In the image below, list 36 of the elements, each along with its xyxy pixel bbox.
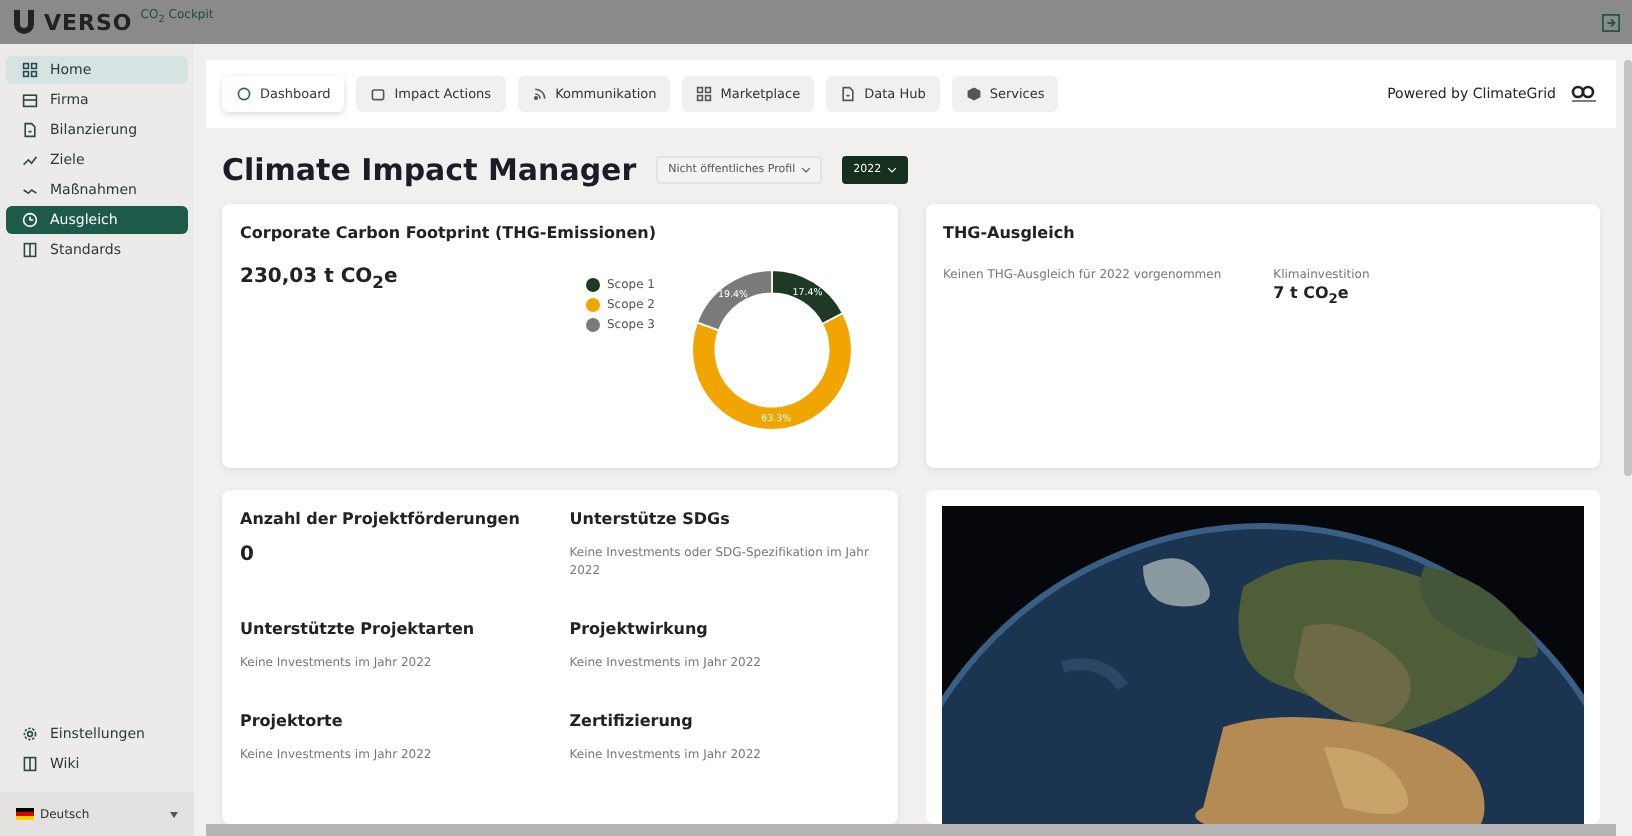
chevron-icon — [887, 167, 896, 173]
section-title: Zertifizierung — [569, 712, 695, 730]
scrollbar[interactable] — [1624, 60, 1632, 476]
book-icon — [22, 242, 38, 258]
section-title: Projektwirkung — [569, 620, 710, 638]
book-icon — [22, 756, 38, 772]
section-title: Projektorte — [240, 712, 345, 730]
cube-icon — [965, 86, 982, 102]
project-count: 0 — [240, 544, 256, 566]
card-title: Corporate Carbon Footprint (THG-Emissionen) — [240, 224, 658, 242]
caret-icon — [170, 811, 178, 817]
circle-icon — [236, 86, 252, 102]
section-title: Unterstützte Projektarten — [240, 620, 477, 638]
expand-icon[interactable] — [1602, 13, 1620, 31]
section-title: Anzahl der Projektförderungen — [240, 510, 522, 528]
settings-icon — [22, 726, 38, 742]
page-title: Climate Impact Manager — [222, 152, 637, 188]
scrollbar[interactable] — [206, 824, 1616, 836]
section-title: Unterstütze SDGs — [569, 510, 732, 528]
brand-name: VERSO — [44, 9, 133, 35]
total-emissions: 230,03 t CO$_{2}$e — [240, 266, 398, 296]
grid-icon — [22, 62, 38, 78]
timer-icon — [22, 212, 38, 228]
chevron-icon — [801, 167, 810, 173]
store-icon — [22, 92, 38, 108]
grid-icon — [696, 86, 713, 102]
chart-icon — [22, 152, 38, 168]
flag-icon — [16, 808, 34, 820]
document-icon — [22, 122, 38, 138]
document-icon — [840, 86, 857, 102]
metric-value: 7 t CO$_{2}$e — [1273, 284, 1351, 308]
card-title: THG-Ausgleich — [943, 224, 1077, 242]
rss-icon — [531, 86, 548, 102]
logo-icon — [1568, 84, 1600, 104]
logo-icon — [12, 8, 36, 36]
box-icon — [370, 86, 387, 102]
